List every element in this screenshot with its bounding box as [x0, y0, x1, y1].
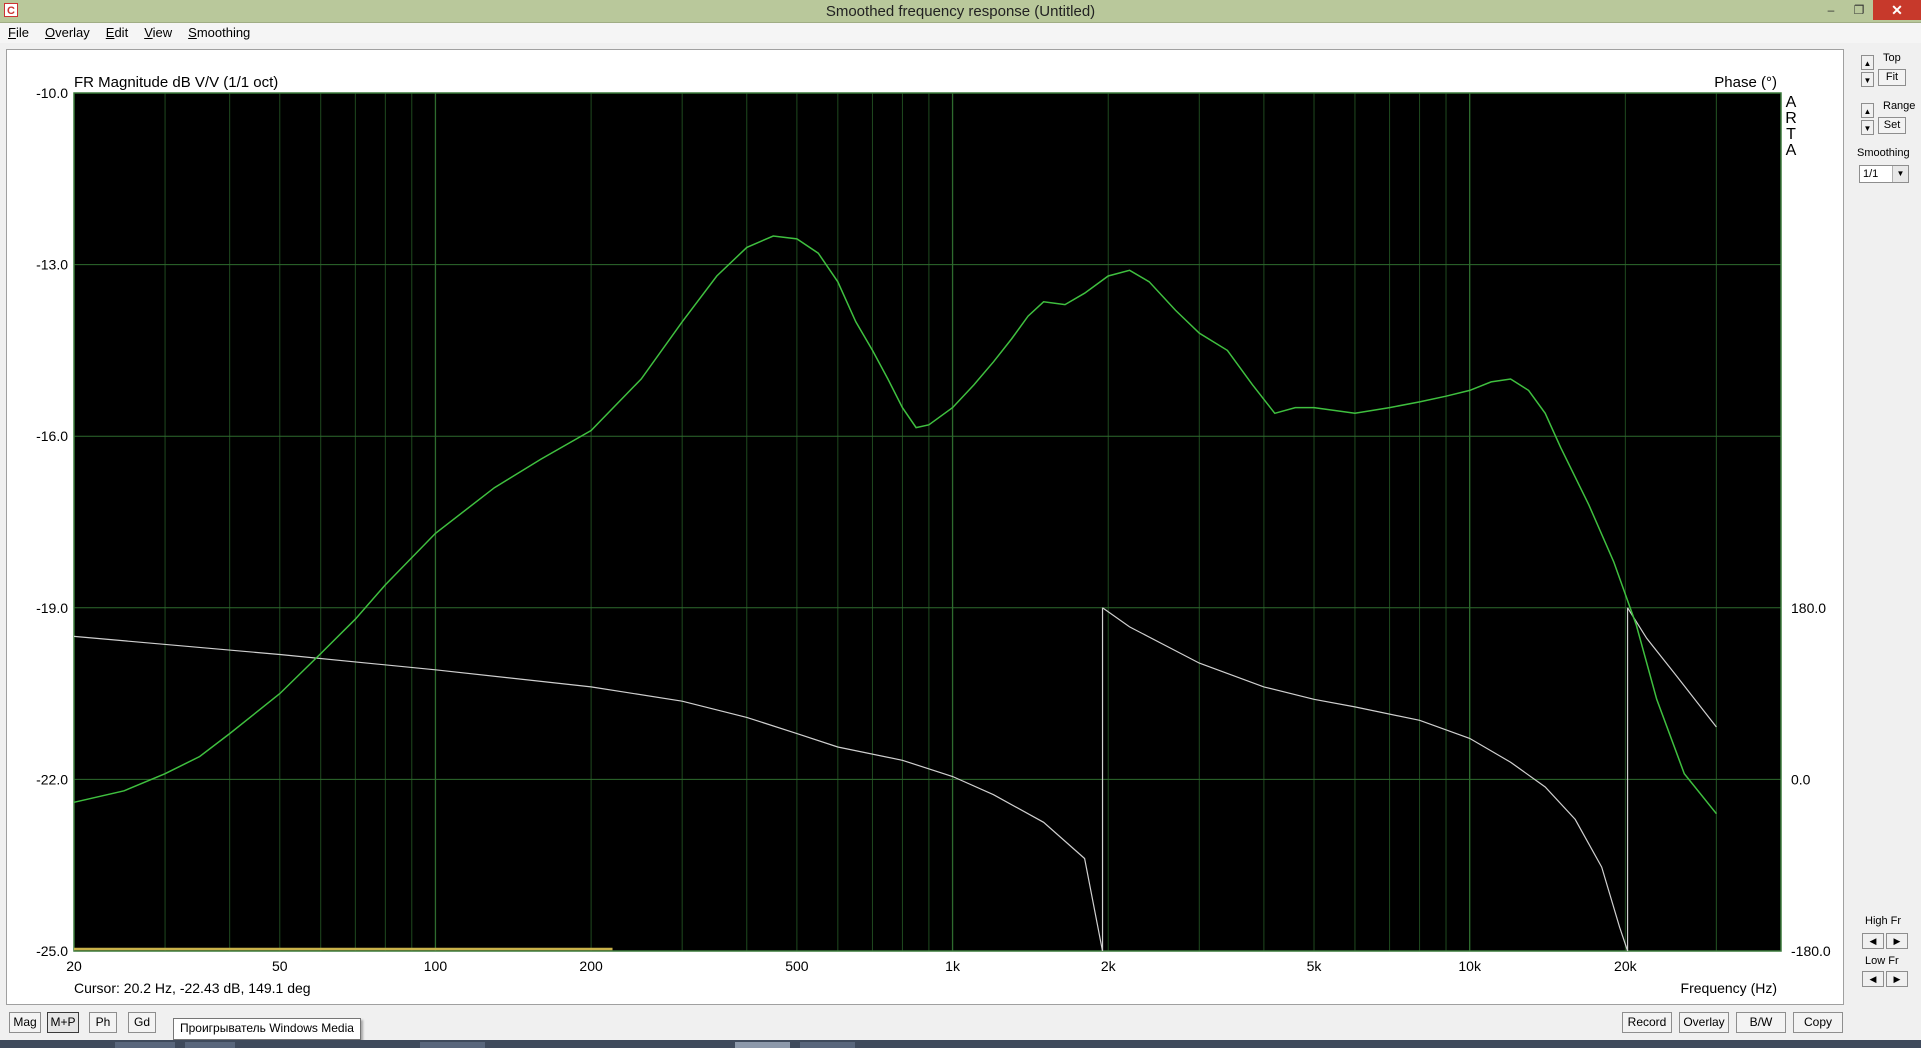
arta-watermark-letter: R [1785, 110, 1797, 127]
mag-phase-button[interactable]: M+P [47, 1012, 79, 1033]
x-tick-label: 2k [1101, 958, 1117, 974]
title-bar: C Smoothed frequency response (Untitled)… [0, 0, 1921, 23]
window-title: Smoothed frequency response (Untitled) [825, 3, 1096, 20]
frequency-response-chart[interactable]: FR Magnitude dB V/V (1/1 oct) Phase (°) AR… [7, 50, 1843, 1004]
smoothing-select[interactable]: 1/1 ▼ [1859, 165, 1909, 183]
chevron-down-icon[interactable]: ▼ [1892, 166, 1908, 182]
y2-tick-label: 180.0 [1791, 600, 1826, 616]
fit-button[interactable]: Fit [1878, 69, 1906, 86]
high-fr-right-arrow-icon[interactable]: ▶ [1886, 933, 1908, 949]
arta-watermark-letter: A [1786, 142, 1797, 159]
restore-button[interactable]: ❐ [1845, 0, 1873, 20]
plot-panel[interactable]: FR Magnitude dB V/V (1/1 oct) Phase (°) A R… [6, 49, 1844, 1005]
cursor-readout: Cursor: 20.2 Hz, -22.43 dB, 149.1 deg [74, 980, 311, 996]
phase-button[interactable]: Ph [89, 1012, 117, 1033]
window-controls: – ❐ ✕ [1817, 0, 1921, 20]
close-button[interactable]: ✕ [1873, 0, 1921, 20]
range-up-arrow-icon[interactable]: ▲ [1861, 103, 1874, 118]
menu-bar: File Overlay Edit View Smoothing [0, 23, 1921, 43]
taskbar-app[interactable] [115, 1042, 175, 1048]
minimize-button[interactable]: – [1817, 0, 1845, 20]
top-down-arrow-icon[interactable]: ▼ [1861, 72, 1874, 87]
x-tick-label: 10k [1458, 958, 1482, 974]
arta-watermark-letter: A [1786, 94, 1797, 111]
record-button[interactable]: Record [1622, 1012, 1672, 1033]
mag-button[interactable]: Mag [9, 1012, 41, 1033]
menu-smoothing[interactable]: Smoothing [180, 23, 258, 43]
low-fr-left-arrow-icon[interactable]: ◀ [1862, 971, 1884, 987]
smoothing-label: Smoothing [1857, 147, 1910, 159]
group-delay-button[interactable]: Gd [128, 1012, 156, 1033]
plot-title-right: Phase (°) [1714, 74, 1777, 91]
y-tick-label: -13.0 [36, 257, 68, 273]
taskbar-app[interactable] [185, 1042, 235, 1048]
x-tick-label: 100 [424, 958, 448, 974]
range-label: Range [1883, 100, 1916, 112]
x-axis-label: Frequency (Hz) [1681, 980, 1777, 996]
menu-view[interactable]: View [136, 23, 180, 43]
top-up-arrow-icon[interactable]: ▲ [1861, 55, 1874, 70]
x-tick-label: 500 [785, 958, 809, 974]
menu-overlay[interactable]: Overlay [37, 23, 98, 43]
menu-file[interactable]: File [0, 23, 37, 43]
taskbar-tooltip: Проигрыватель Windows Media [173, 1018, 361, 1040]
arta-watermark-letter: T [1786, 126, 1796, 143]
smoothing-value: 1/1 [1863, 168, 1879, 180]
y2-tick-label: 0.0 [1791, 771, 1811, 787]
y-tick-label: -19.0 [36, 600, 68, 616]
taskbar-app[interactable] [420, 1042, 485, 1048]
high-fr-label: High Fr [1865, 915, 1902, 927]
low-fr-right-arrow-icon[interactable]: ▶ [1886, 971, 1908, 987]
x-tick-label: 200 [579, 958, 603, 974]
range-down-arrow-icon[interactable]: ▼ [1861, 120, 1874, 135]
y-tick-label: -25.0 [36, 943, 68, 959]
low-fr-label: Low Fr [1865, 955, 1899, 967]
set-button[interactable]: Set [1878, 117, 1906, 134]
y-tick-label: -16.0 [36, 428, 68, 444]
taskbar [0, 1040, 1921, 1048]
y-tick-label: -10.0 [36, 85, 68, 101]
x-tick-label: 20k [1614, 958, 1638, 974]
x-tick-label: 5k [1307, 958, 1323, 974]
taskbar-app[interactable] [800, 1042, 855, 1048]
bw-button[interactable]: B/W [1736, 1012, 1786, 1033]
taskbar-app[interactable] [735, 1042, 790, 1048]
x-tick-label: 50 [272, 958, 288, 974]
y2-tick-label: -180.0 [1791, 943, 1831, 959]
x-tick-label: 20 [66, 958, 82, 974]
side-panel: ▲ ▼ Top Fit ▲ ▼ Range Set Smoothing 1/1 … [1845, 49, 1921, 1009]
high-fr-left-arrow-icon[interactable]: ◀ [1862, 933, 1884, 949]
menu-edit[interactable]: Edit [98, 23, 136, 43]
top-label: Top [1883, 52, 1901, 64]
x-tick-label: 1k [945, 958, 961, 974]
plot-background [74, 93, 1781, 951]
overlay-button[interactable]: Overlay [1679, 1012, 1729, 1033]
plot-title-left: FR Magnitude dB V/V (1/1 oct) [74, 74, 278, 91]
y-tick-label: -22.0 [36, 771, 68, 787]
copy-button[interactable]: Copy [1793, 1012, 1843, 1033]
